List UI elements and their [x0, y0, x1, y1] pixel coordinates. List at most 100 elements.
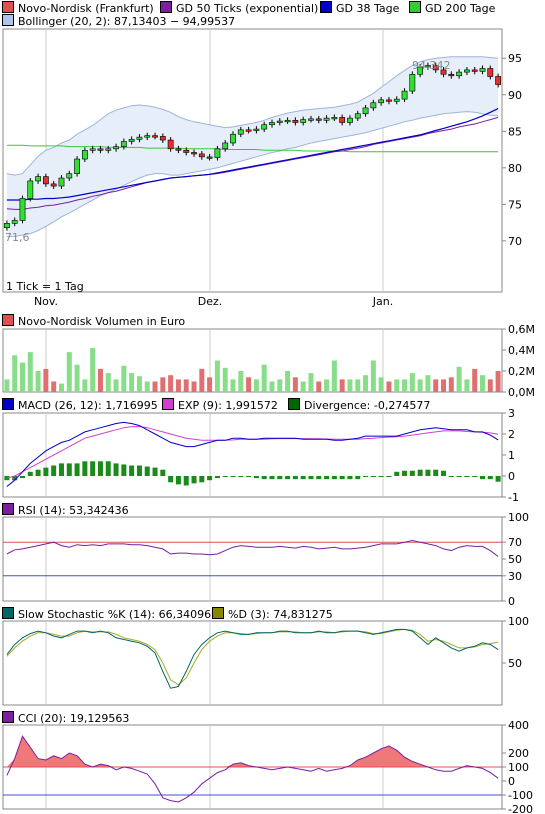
candle: [35, 176, 41, 182]
volume-bar: [238, 371, 244, 392]
candle: [58, 177, 65, 187]
divergence-bar: [105, 461, 111, 476]
divergence-bar: [175, 476, 181, 485]
volume-bar: [58, 383, 64, 392]
volume-bar: [339, 379, 345, 392]
candle: [487, 68, 494, 77]
volume-bar: [394, 379, 400, 392]
volume-bar: [316, 381, 322, 392]
divergence-bar: [66, 463, 72, 476]
candle: [370, 102, 377, 109]
volume-bar: [308, 373, 314, 392]
candle: [136, 136, 143, 140]
volume-bar: [90, 347, 96, 392]
divergence-bar: [378, 476, 384, 477]
x-axis-label: Jan.: [372, 295, 393, 308]
volume-bar: [121, 365, 127, 392]
volume-bar: [441, 379, 447, 392]
divergence-bar: [58, 463, 64, 476]
candle: [191, 152, 197, 155]
volume-bar: [4, 379, 10, 392]
volume-bar: [144, 381, 150, 392]
volume-bar: [74, 364, 80, 392]
divergence-bar: [433, 469, 439, 476]
candle: [245, 129, 252, 132]
divergence-bar: [207, 476, 213, 481]
candle: [152, 135, 158, 138]
volume-bar: [82, 379, 88, 392]
candle: [198, 153, 205, 158]
tick-label: 50: [508, 553, 522, 566]
volume-bar: [222, 367, 228, 392]
candle: [347, 117, 353, 123]
divergence-bar: [316, 476, 322, 480]
tick-label: 0,0M: [508, 386, 535, 399]
candle: [74, 158, 80, 174]
volume-bar: [105, 373, 111, 392]
divergence-bar: [409, 470, 415, 476]
candle: [331, 117, 338, 120]
divergence-bar: [331, 476, 337, 480]
divergence-bar: [370, 476, 376, 477]
volume-bar: [35, 371, 41, 392]
volume-bar: [495, 371, 501, 392]
stock-chart: 70 75 80 85 90 95 94,342 71,6 1 Tick = 1 Tag Nov.…: [2, 28, 535, 814]
tick-note: 1 Tick = 1 Tag: [6, 280, 84, 293]
candle: [308, 118, 314, 121]
tick-label: 85: [508, 125, 522, 138]
tick-label: 200: [508, 747, 529, 760]
candle: [253, 128, 260, 131]
candle: [479, 68, 486, 72]
tick-label: 0,6M: [508, 323, 535, 336]
volume-bar: [464, 379, 470, 392]
high-label: 94,342: [412, 59, 451, 72]
volume-bar: [253, 379, 259, 392]
divergence-bar: [480, 476, 486, 480]
divergence-bar: [363, 476, 369, 477]
divergence-bar: [238, 476, 244, 477]
tick-label: 0: [508, 470, 515, 483]
divergence-bar: [230, 476, 236, 477]
volume-bar: [386, 381, 392, 392]
tick-label: -100: [508, 789, 533, 802]
divergence-bar: [113, 463, 119, 476]
divergence-bar: [394, 471, 400, 476]
candle: [261, 124, 268, 130]
divergence-bar: [285, 476, 291, 480]
tick-label: 0: [508, 775, 515, 788]
divergence-bar: [472, 476, 478, 477]
low-label: 71,6: [5, 231, 30, 244]
divergence-bar: [129, 465, 135, 476]
divergence-bar: [324, 476, 330, 480]
divergence-bar: [339, 476, 345, 480]
divergence-bar: [347, 476, 353, 480]
x-axis-label: Nov.: [34, 295, 58, 308]
volume-bar: [183, 379, 189, 392]
candle: [393, 98, 400, 102]
candle: [464, 69, 470, 73]
volume-bar: [27, 352, 33, 392]
candle: [89, 148, 96, 151]
divergence-bar: [35, 469, 41, 476]
tick-label: -1: [508, 491, 519, 504]
tick-label: 90: [508, 89, 522, 102]
volume-bar: [347, 379, 353, 392]
volume-bar: [331, 360, 337, 392]
tick-label: 400: [508, 719, 529, 732]
divergence-bar: [253, 476, 259, 479]
divergence-bar: [487, 476, 493, 480]
volume-bar: [97, 368, 103, 392]
tick-label: 30: [508, 570, 522, 583]
divergence-bar: [199, 476, 205, 483]
volume-bar: [300, 381, 306, 392]
divergence-bar: [97, 461, 103, 476]
divergence-bar: [51, 465, 57, 476]
volume-bar: [456, 366, 462, 392]
divergence-bar: [292, 476, 298, 480]
divergence-bar: [448, 476, 454, 477]
volume-bar: [269, 381, 275, 392]
candle: [144, 135, 151, 138]
volume-bar: [66, 352, 72, 392]
volume-bar: [378, 377, 384, 392]
divergence-bar: [90, 461, 96, 476]
